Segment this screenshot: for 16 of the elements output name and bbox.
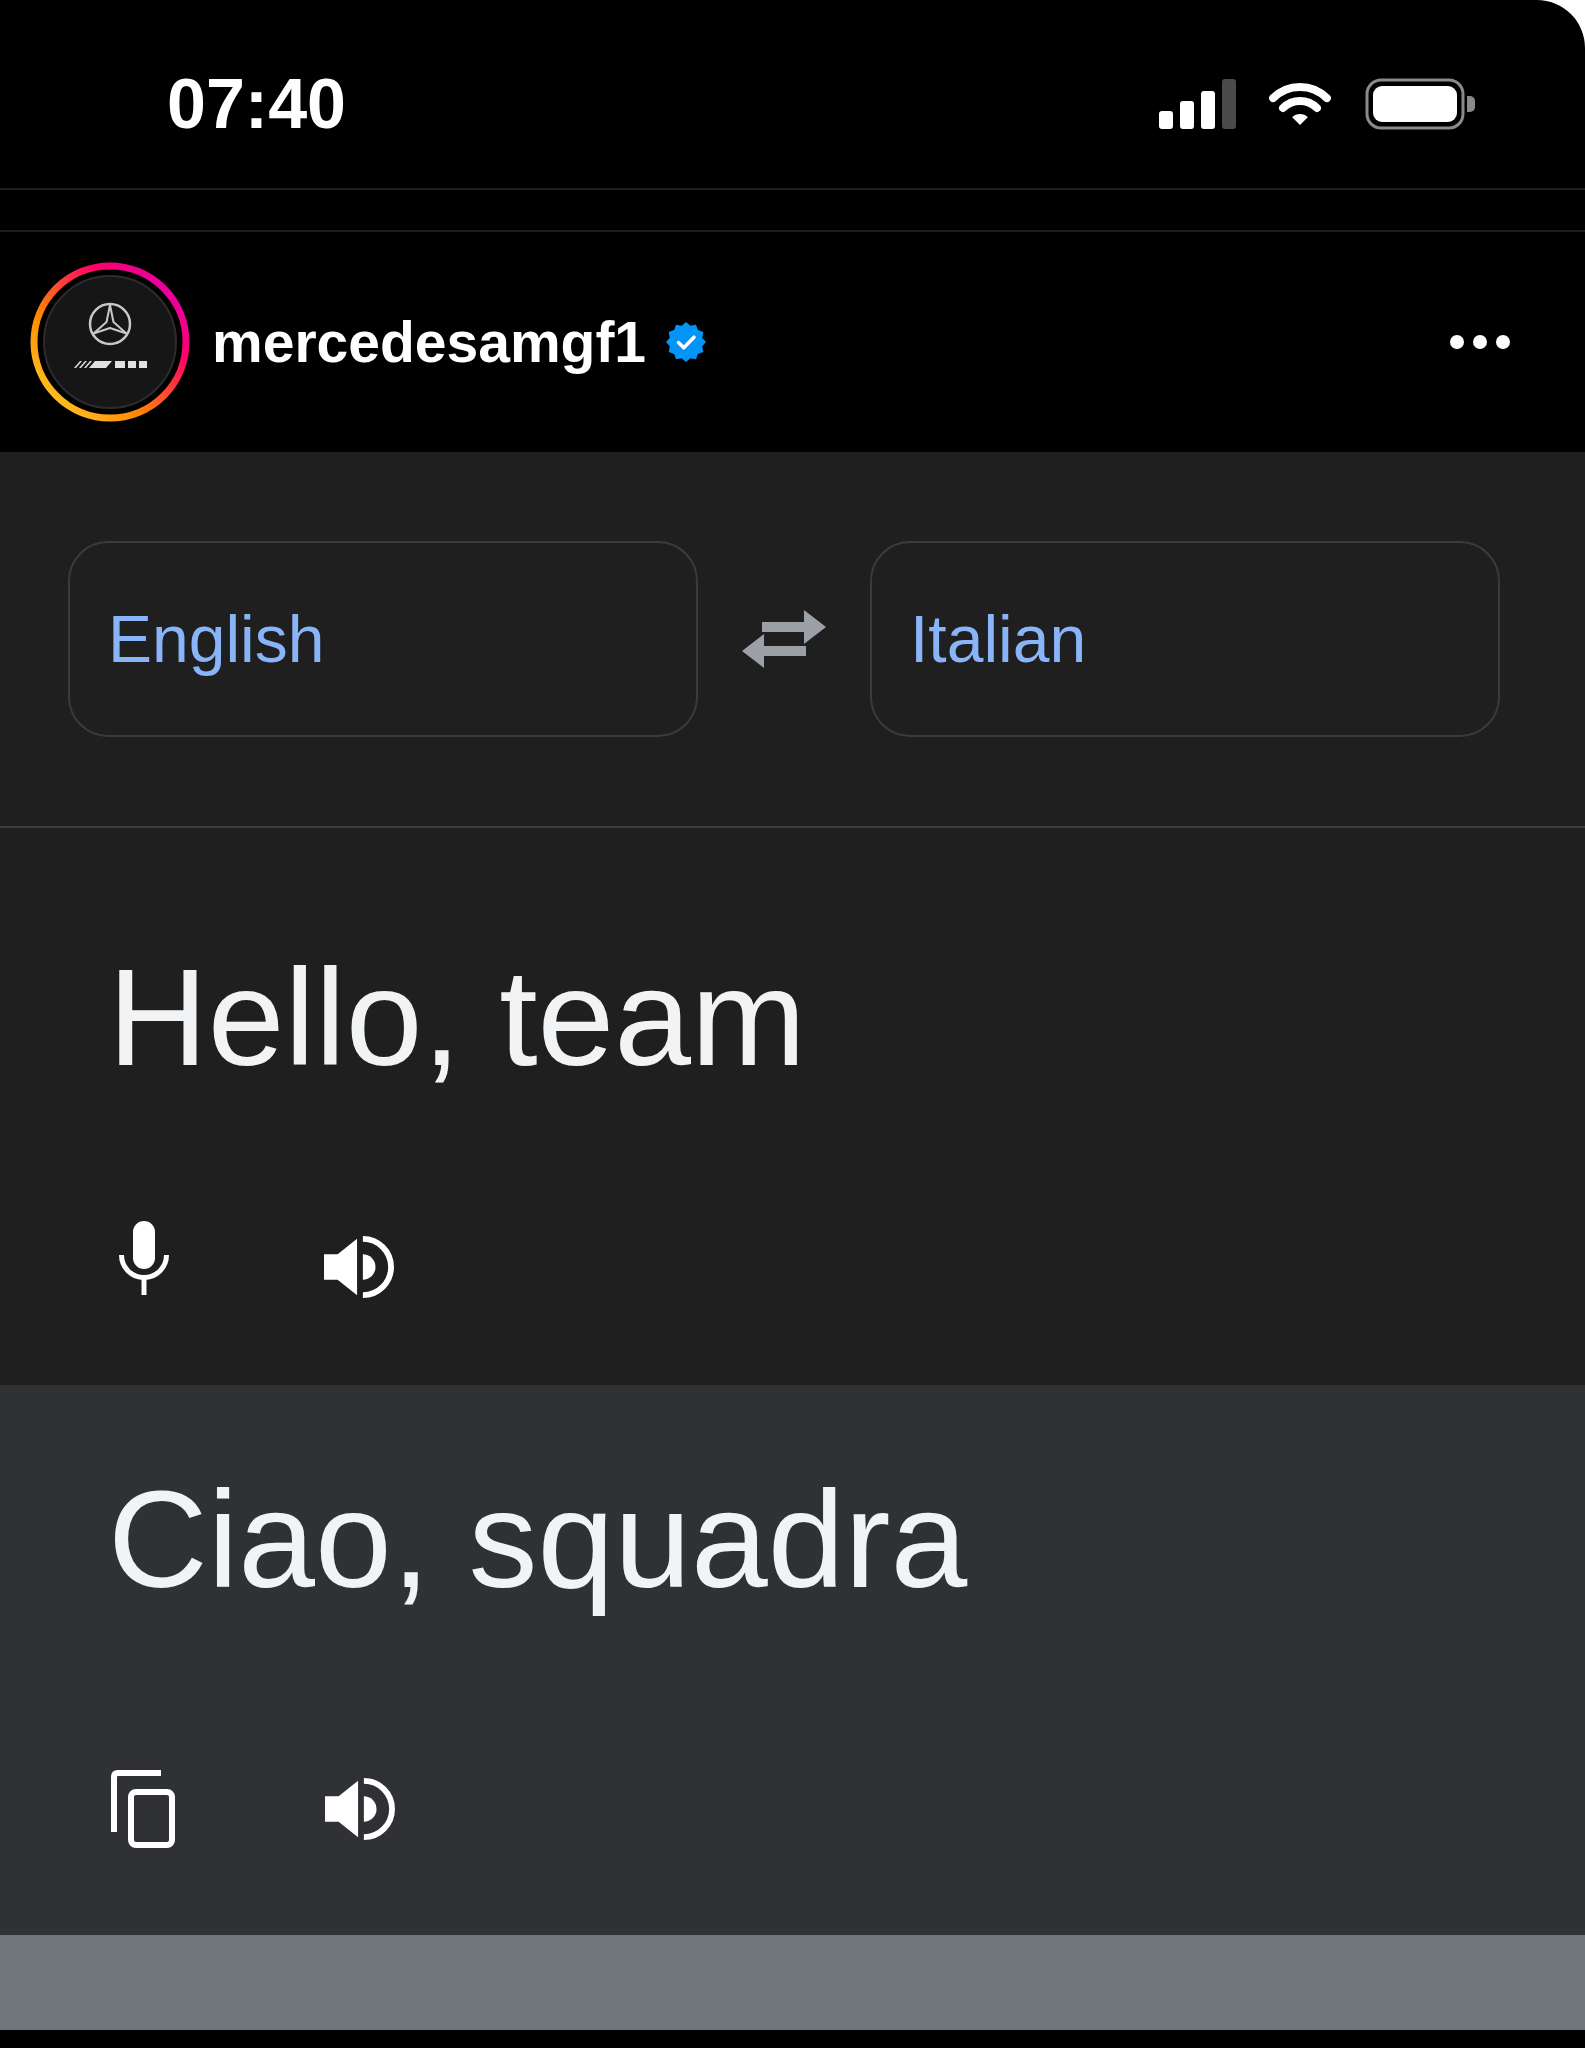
source-language-button[interactable]: English xyxy=(68,541,698,737)
target-language-button[interactable]: Italian xyxy=(870,541,1500,737)
microphone-icon[interactable] xyxy=(116,1221,172,1295)
more-icon[interactable] xyxy=(1450,335,1510,349)
signal-icon xyxy=(1159,79,1237,129)
swap-languages-icon[interactable] xyxy=(742,608,826,670)
status-time: 07:40 xyxy=(167,69,347,139)
wifi-icon xyxy=(1267,81,1333,127)
copy-icon[interactable] xyxy=(111,1770,175,1848)
avatar-icon[interactable] xyxy=(30,262,190,422)
speaker-icon[interactable] xyxy=(325,1775,395,1843)
source-text-field[interactable]: Hello, team xyxy=(108,936,806,1099)
speaker-icon[interactable] xyxy=(324,1233,394,1301)
username[interactable]: mercedesamgf1 xyxy=(212,309,647,375)
battery-icon xyxy=(1365,78,1475,130)
translated-text: Ciao, squadra xyxy=(108,1461,968,1618)
